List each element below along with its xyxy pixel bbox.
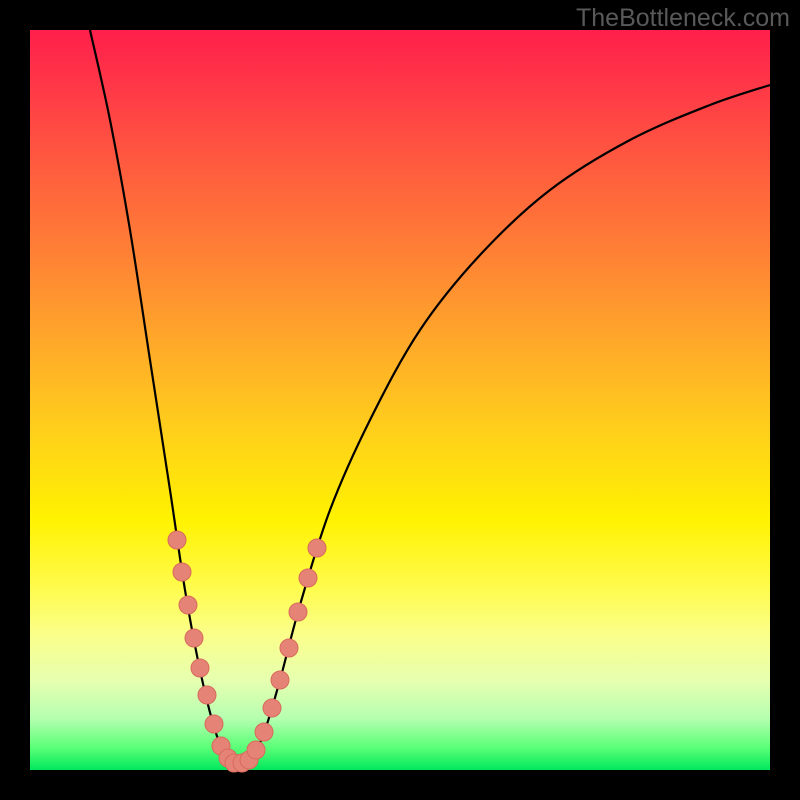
data-marker: [191, 659, 209, 677]
data-marker: [185, 629, 203, 647]
watermark-text: TheBottleneck.com: [576, 4, 790, 33]
data-marker: [271, 671, 289, 689]
data-marker: [168, 531, 186, 549]
data-marker: [289, 603, 307, 621]
data-marker: [179, 596, 197, 614]
data-marker: [299, 569, 317, 587]
bottleneck-curve: [90, 30, 770, 766]
data-markers: [168, 531, 326, 772]
data-marker: [205, 715, 223, 733]
data-marker: [173, 563, 191, 581]
plot-area: [30, 30, 770, 770]
data-marker: [263, 699, 281, 717]
data-marker: [247, 741, 265, 759]
curve-svg: [30, 30, 770, 770]
data-marker: [255, 723, 273, 741]
data-marker: [280, 639, 298, 657]
chart-frame: TheBottleneck.com: [0, 0, 800, 800]
data-marker: [198, 686, 216, 704]
data-marker: [308, 539, 326, 557]
